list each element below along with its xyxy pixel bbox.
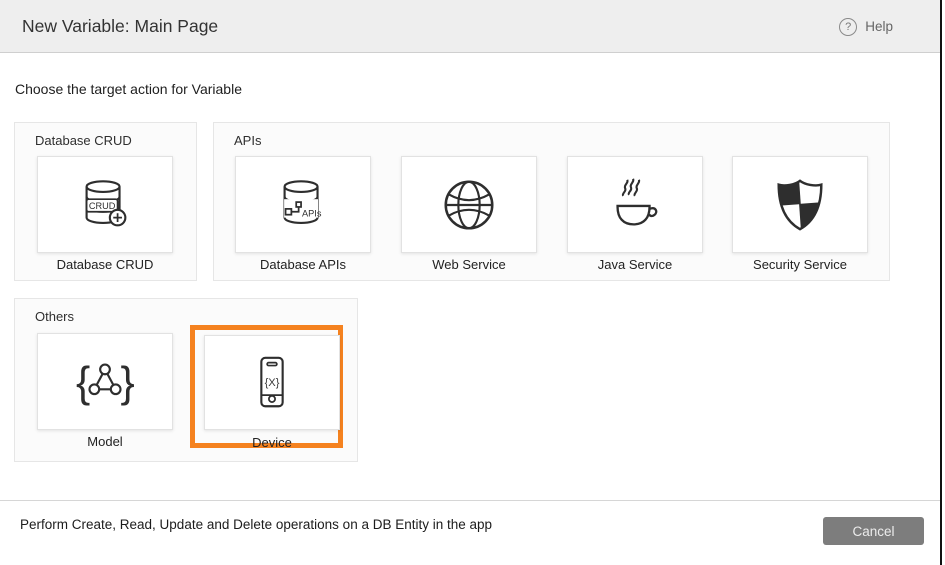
help-button[interactable]: ? Help [839,0,893,53]
dialog-title: New Variable: Main Page [22,16,218,37]
card-java-service[interactable] [567,156,703,253]
device-selection-highlight[interactable]: {X} Device [190,325,343,448]
help-icon: ? [839,18,857,36]
database-apis-icon: APIs [272,174,334,236]
group-label-apis: APIs [234,133,261,148]
java-service-coffee-icon [604,174,666,236]
device-icon-text: {X} [265,376,280,388]
card-label-device: Device [204,435,340,450]
web-service-globe-icon [438,174,500,236]
security-service-shield-icon [769,174,831,236]
new-variable-dialog: New Variable: Main Page ? Help Choose th… [0,0,945,565]
crud-icon-text: CRUD [89,200,116,210]
window-right-edge [940,0,942,565]
footer-divider [0,500,940,501]
card-web-service[interactable] [401,156,537,253]
card-database-apis[interactable]: APIs [235,156,371,253]
dialog-header: New Variable: Main Page ? Help [0,0,940,53]
card-label-security-service: Security Service [732,257,868,272]
cancel-button[interactable]: Cancel [823,517,924,545]
group-label-database-crud: Database CRUD [35,133,132,148]
card-label-web-service: Web Service [401,257,537,272]
card-label-database-apis: Database APIs [235,257,371,272]
model-brace-left: { [76,358,90,406]
card-model[interactable]: { } [37,333,173,430]
apis-icon-text: APIs [302,208,322,218]
card-database-crud[interactable]: CRUD [37,156,173,253]
card-device[interactable]: {X} [204,335,340,430]
choose-action-subtitle: Choose the target action for Variable [15,81,242,97]
model-icon: { } [74,351,136,413]
action-description: Perform Create, Read, Update and Delete … [20,517,492,532]
help-label: Help [865,19,893,34]
card-label-model: Model [37,434,173,449]
model-brace-right: } [121,358,135,406]
card-label-database-crud: Database CRUD [37,257,173,272]
device-phone-icon: {X} [241,352,303,414]
database-crud-icon: CRUD [74,174,136,236]
card-security-service[interactable] [732,156,868,253]
card-label-java-service: Java Service [567,257,703,272]
group-label-others: Others [35,309,74,324]
